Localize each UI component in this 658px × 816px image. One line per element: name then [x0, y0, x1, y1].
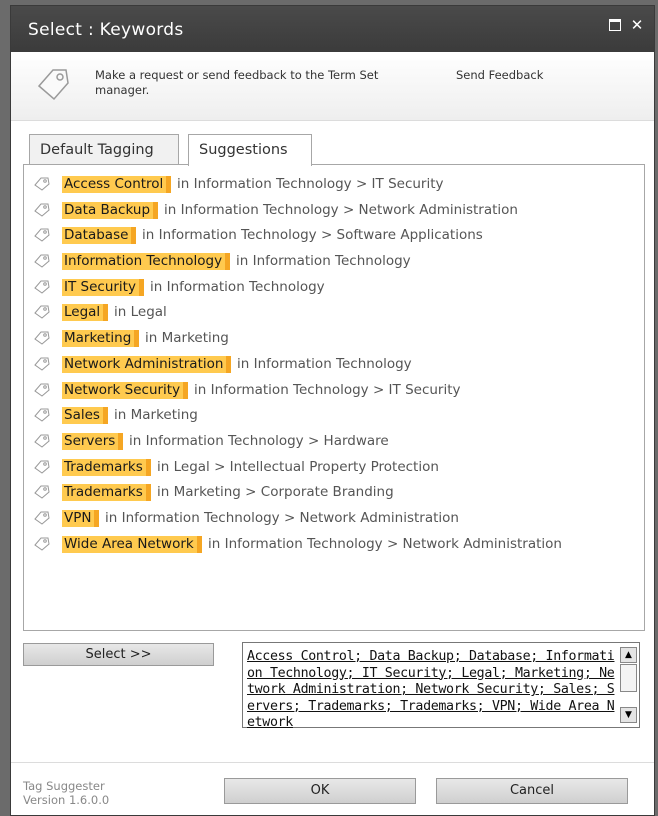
- tag-icon: [34, 485, 50, 499]
- maximize-icon[interactable]: [606, 16, 624, 34]
- app-version: Version 1.6.0.0: [23, 793, 110, 807]
- suggestion-term[interactable]: Database: [62, 227, 137, 245]
- scrollbar[interactable]: ▲ ▼: [620, 647, 637, 723]
- suggestion-term[interactable]: Information Technology: [62, 253, 231, 271]
- tag-icon: [34, 305, 50, 320]
- suggestion-term[interactable]: Data Backup: [62, 201, 159, 219]
- suggestion-path: in Information Technology > Network Admi…: [164, 201, 518, 218]
- tag-icon: [34, 177, 50, 191]
- tag-icon: [37, 69, 69, 101]
- tag-icon: [34, 383, 50, 397]
- suggestion-term[interactable]: Legal: [62, 304, 109, 322]
- suggestion-path: in Information Technology > Software App…: [142, 227, 483, 244]
- tag-icon: [34, 254, 50, 268]
- scroll-up-icon[interactable]: ▲: [620, 647, 637, 663]
- scroll-thumb[interactable]: [620, 664, 637, 692]
- tag-icon: [34, 434, 50, 448]
- suggestion-path: in Marketing: [145, 330, 229, 347]
- footer-divider: [11, 762, 654, 763]
- close-icon[interactable]: ✕: [628, 16, 646, 34]
- suggestion-path: in Information Technology > Network Admi…: [208, 535, 562, 552]
- tag-icon: [34, 331, 50, 345]
- app-version-info: Tag Suggester Version 1.6.0.0: [23, 779, 109, 807]
- suggestion-path: in Legal > Intellectual Property Protect…: [157, 458, 439, 475]
- suggestion-term[interactable]: Network Security: [62, 381, 189, 399]
- tab-default-tagging[interactable]: Default Tagging: [29, 134, 179, 165]
- suggestion-term[interactable]: Marketing: [62, 330, 140, 348]
- tag-icon: [34, 408, 50, 422]
- selected-terms-text[interactable]: Access Control; Data Backup; Database; I…: [247, 649, 615, 729]
- suggestion-path: in Information Technology > Network Admi…: [105, 509, 459, 526]
- suggestion-path: in Marketing > Corporate Branding: [157, 484, 394, 501]
- suggestion-path: in Information Technology > Hardware: [129, 432, 389, 449]
- suggestion-path: in Information Technology > IT Security: [177, 176, 444, 192]
- suggestion-path: in Legal: [114, 304, 167, 321]
- scroll-down-icon[interactable]: ▼: [620, 707, 637, 723]
- suggestion-term[interactable]: VPN: [62, 509, 100, 527]
- suggestion-term[interactable]: Access Control: [62, 176, 172, 193]
- app-name: Tag Suggester: [23, 779, 105, 793]
- send-feedback-link[interactable]: Send Feedback: [456, 68, 543, 82]
- suggestion-term[interactable]: Trademarks: [62, 484, 151, 502]
- tag-icon: [34, 511, 50, 525]
- suggestion-term[interactable]: IT Security: [62, 278, 144, 296]
- selected-terms-box[interactable]: Access Control; Data Backup; Database; I…: [242, 642, 640, 729]
- tag-icon: [34, 357, 50, 371]
- tab-suggestions[interactable]: Suggestions: [188, 134, 312, 166]
- suggestions-panel: Access Control in Information Technology…: [23, 164, 645, 631]
- feedback-bar: Make a request or send feedback to the T…: [11, 52, 654, 121]
- suggestion-term[interactable]: Network Administration: [62, 355, 232, 373]
- ok-button[interactable]: OK: [224, 778, 416, 804]
- suggestion-term[interactable]: Sales: [62, 407, 108, 425]
- suggestion-path: in Information Technology: [237, 355, 412, 372]
- keywords-dialog: Select : Keywords ✕ Make a request or se…: [10, 5, 655, 816]
- select-button[interactable]: Select >>: [23, 643, 214, 666]
- suggestion-term[interactable]: Wide Area Network: [62, 535, 202, 553]
- suggestion-path: in Information Technology > IT Security: [194, 381, 461, 398]
- tag-icon: [34, 280, 50, 294]
- dialog-titlebar[interactable]: Select : Keywords ✕: [11, 6, 654, 52]
- tag-icon: [34, 228, 50, 243]
- suggestion-term[interactable]: Trademarks: [62, 458, 151, 476]
- suggestion-path: in Information Technology: [236, 253, 411, 270]
- suggestion-term[interactable]: Servers: [62, 432, 124, 450]
- dialog-title: Select : Keywords: [28, 20, 184, 40]
- suggestion-path: in Marketing: [114, 407, 198, 424]
- tag-icon: [34, 460, 50, 474]
- cancel-button[interactable]: Cancel: [436, 778, 628, 804]
- suggestion-path: in Information Technology: [150, 278, 325, 295]
- tag-icon: [34, 203, 50, 217]
- feedback-message: Make a request or send feedback to the T…: [95, 68, 379, 97]
- tag-icon: [34, 537, 50, 551]
